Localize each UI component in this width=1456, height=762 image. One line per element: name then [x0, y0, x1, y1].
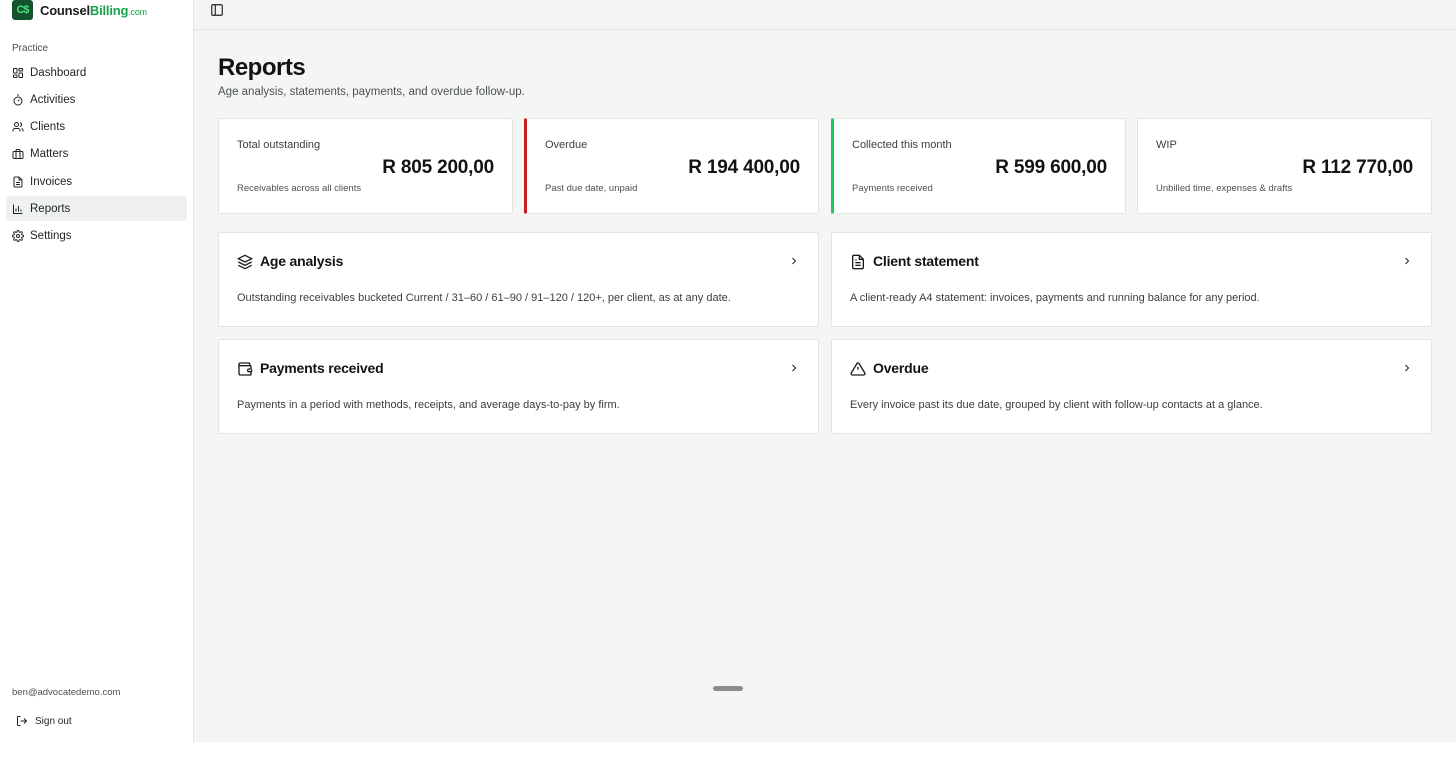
file-text-icon [850, 254, 866, 270]
sidebar-item-matters[interactable]: Matters [6, 142, 187, 167]
report-card-overdue[interactable]: Overdue Every invoice past its due date,… [831, 339, 1432, 434]
sidebar-item-label: Reports [30, 202, 71, 215]
users-icon [12, 121, 24, 133]
brand-name-part2: Billing [89, 2, 129, 18]
report-card-description: A client-ready A4 statement: invoices, p… [850, 292, 1260, 304]
nav-section-label: Practice [12, 43, 49, 54]
app-shell: C$ CounselBilling.com Practice Dashboard… [0, 0, 1456, 742]
stat-note: Unbilled time, expenses & drafts [1156, 183, 1293, 194]
stat-card-wip: WIP R 112 770,00 Unbilled time, expenses… [1137, 118, 1432, 214]
stat-label: Overdue [545, 139, 588, 151]
main-content: Reports Age analysis, statements, paymen… [194, 0, 1456, 742]
sidebar-item-label: Matters [30, 148, 69, 161]
stat-value: R 599 600,00 [995, 157, 1107, 178]
report-card-age-analysis[interactable]: Age analysis Outstanding receivables buc… [218, 232, 819, 327]
brand[interactable]: C$ CounselBilling.com [12, 0, 147, 20]
dashboard-icon [12, 67, 24, 79]
sign-out-icon [17, 716, 28, 726]
stat-value: R 194 400,00 [688, 157, 800, 178]
report-card-title: Overdue [873, 360, 929, 376]
sidebar-item-label: Activities [30, 93, 76, 106]
wallet-icon [237, 361, 253, 377]
report-card-title: Age analysis [260, 253, 344, 269]
sidebar-item-label: Dashboard [30, 66, 87, 79]
bar-chart-icon [12, 203, 24, 215]
sidebar-item-label: Clients [30, 121, 66, 134]
sidebar-item-invoices[interactable]: Invoices [6, 169, 187, 194]
report-card-title: Payments received [260, 360, 384, 376]
sidebar: C$ CounselBilling.com Practice Dashboard… [0, 0, 194, 742]
page-title: Reports [218, 54, 306, 81]
sidebar-nav: Dashboard Activities Clients Matters Inv… [6, 60, 187, 251]
stat-card-overdue: Overdue R 194 400,00 Past due date, unpa… [524, 118, 819, 214]
report-card-client-statement[interactable]: Client statement A client-ready A4 state… [831, 232, 1432, 327]
page-subtitle: Age analysis, statements, payments, and … [218, 86, 525, 98]
sidebar-item-reports[interactable]: Reports [6, 196, 187, 222]
sidebar-item-label: Settings [30, 230, 72, 243]
chevron-right-icon [1401, 254, 1413, 266]
brand-name-part1: Counsel [40, 2, 90, 18]
sidebar-item-clients[interactable]: Clients [6, 115, 187, 140]
report-card-title: Client statement [873, 253, 979, 269]
brand-name-suffix: .com [128, 6, 147, 17]
sign-out-label: Sign out [35, 715, 72, 727]
brand-name: CounselBilling.com [40, 3, 147, 18]
top-bar [194, 0, 1456, 30]
chevron-right-icon [788, 361, 800, 373]
stopwatch-icon [12, 94, 24, 106]
stat-label: Collected this month [852, 139, 952, 151]
stat-card-collected-this-month: Collected this month R 599 600,00 Paymen… [831, 118, 1126, 214]
sidebar-item-label: Invoices [30, 175, 73, 188]
warning-triangle-icon [850, 361, 866, 377]
document-icon [12, 176, 24, 188]
layers-icon [236, 254, 254, 270]
logo: C$ [12, 0, 33, 20]
sign-out-button[interactable]: Sign out [12, 711, 76, 731]
chevron-right-icon [788, 254, 800, 266]
briefcase-icon [12, 148, 24, 160]
sidebar-toggle-icon[interactable] [210, 3, 224, 17]
drag-handle[interactable] [713, 686, 743, 691]
stat-value: R 112 770,00 [1302, 157, 1413, 178]
user-email: ben@advocatedemo.com [12, 687, 121, 698]
report-card-description: Every invoice past its due date, grouped… [850, 399, 1263, 411]
report-card-description: Payments in a period with methods, recei… [237, 399, 620, 411]
report-card-description: Outstanding receivables bucketed Current… [237, 292, 731, 304]
stat-note: Payments received [852, 183, 933, 194]
stat-card-total-outstanding: Total outstanding R 805 200,00 Receivabl… [218, 118, 513, 214]
stat-note: Receivables across all clients [237, 183, 362, 194]
sidebar-item-dashboard[interactable]: Dashboard [6, 60, 187, 85]
gear-icon [12, 230, 24, 243]
stat-value: R 805 200,00 [382, 157, 494, 178]
stat-note: Past due date, unpaid [545, 183, 638, 194]
sidebar-item-settings[interactable]: Settings [6, 224, 187, 249]
report-card-payments-received[interactable]: Payments received Payments in a period w… [218, 339, 819, 434]
chevron-right-icon [1401, 361, 1413, 373]
sidebar-item-activities[interactable]: Activities [6, 87, 187, 112]
stat-label: WIP [1156, 139, 1177, 151]
stat-label: Total outstanding [237, 139, 321, 151]
